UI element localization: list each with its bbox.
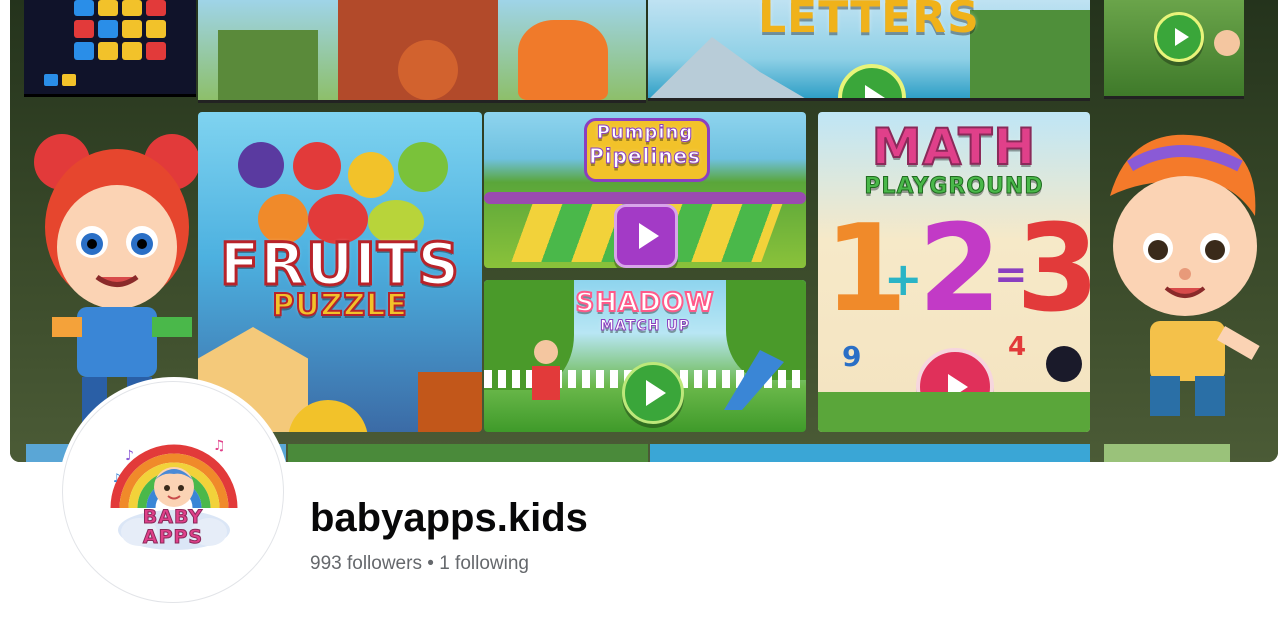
cover-tile-math-playground: MATH PLAYGROUND 1 + 2 = 3 9 4 [818, 112, 1090, 432]
cover-tile-fruits-puzzle: FRUITS PUZZLE [198, 112, 482, 432]
shadow-play-icon [622, 362, 684, 424]
pumping-title-line1: Pumping [596, 122, 694, 144]
stats-separator: • [427, 553, 434, 574]
profile-stats: 993 followers • 1 following [310, 552, 529, 576]
cover-tile-gem-puzzle [24, 0, 196, 97]
following-link[interactable]: 1 following [439, 553, 529, 574]
cover-tile-dino [198, 0, 646, 103]
fruits-puzzle-subtitle: PUZZLE [271, 287, 408, 324]
math-digit-2: 2 [918, 200, 1002, 339]
cover-tile-top-right [1104, 0, 1244, 99]
followers-link[interactable]: 993 followers [310, 553, 422, 574]
followers-label: followers [346, 553, 422, 574]
following-count: 1 [439, 553, 450, 574]
cover-tile-pumping-pipelines: Pumping Pipelines [484, 112, 806, 268]
math-plus: + [884, 252, 923, 306]
letters-title: LETTERS [758, 0, 980, 43]
shadow-title-line2: MATCH UP [600, 318, 690, 335]
cover-tile-bottom-strip-3 [650, 444, 1090, 462]
svg-text:♫: ♫ [213, 438, 226, 454]
cover-tile-letters: LETTERS [648, 0, 1090, 101]
following-label: following [455, 553, 529, 574]
shadow-title-line1: SHADOW [575, 287, 715, 319]
math-digit-3: 3 [1016, 200, 1090, 339]
math-small-4: 4 [1008, 332, 1027, 362]
math-subtitle: PLAYGROUND [864, 174, 1044, 200]
baby-apps-logo: ♪ ♫ ♪ [110, 438, 238, 550]
logo-text-baby: BABY [142, 506, 204, 529]
cover-tile-bottom-strip-2 [288, 444, 648, 462]
math-small-9: 9 [842, 340, 862, 373]
logo-text-apps: APPS [142, 526, 204, 549]
pumping-title-line2: Pipelines [589, 144, 701, 169]
math-title: MATH [871, 117, 1037, 177]
avatar[interactable]: ♪ ♫ ♪ BABY APPS [62, 381, 284, 603]
followers-count: 993 [310, 553, 342, 574]
svg-text:♪: ♪ [113, 471, 121, 485]
top-right-play-icon [1154, 12, 1204, 62]
cover-tile-bottom-strip-4 [1104, 444, 1230, 462]
cover-tile-shadow-match: SHADOW MATCH UP [484, 280, 806, 432]
letters-play-icon [838, 64, 906, 98]
boy-character [1090, 126, 1270, 426]
page-title: babyapps.kids [310, 496, 588, 540]
gem-grid-icon [44, 0, 166, 86]
svg-text:♪: ♪ [125, 448, 134, 464]
pumping-play-icon [614, 204, 678, 268]
